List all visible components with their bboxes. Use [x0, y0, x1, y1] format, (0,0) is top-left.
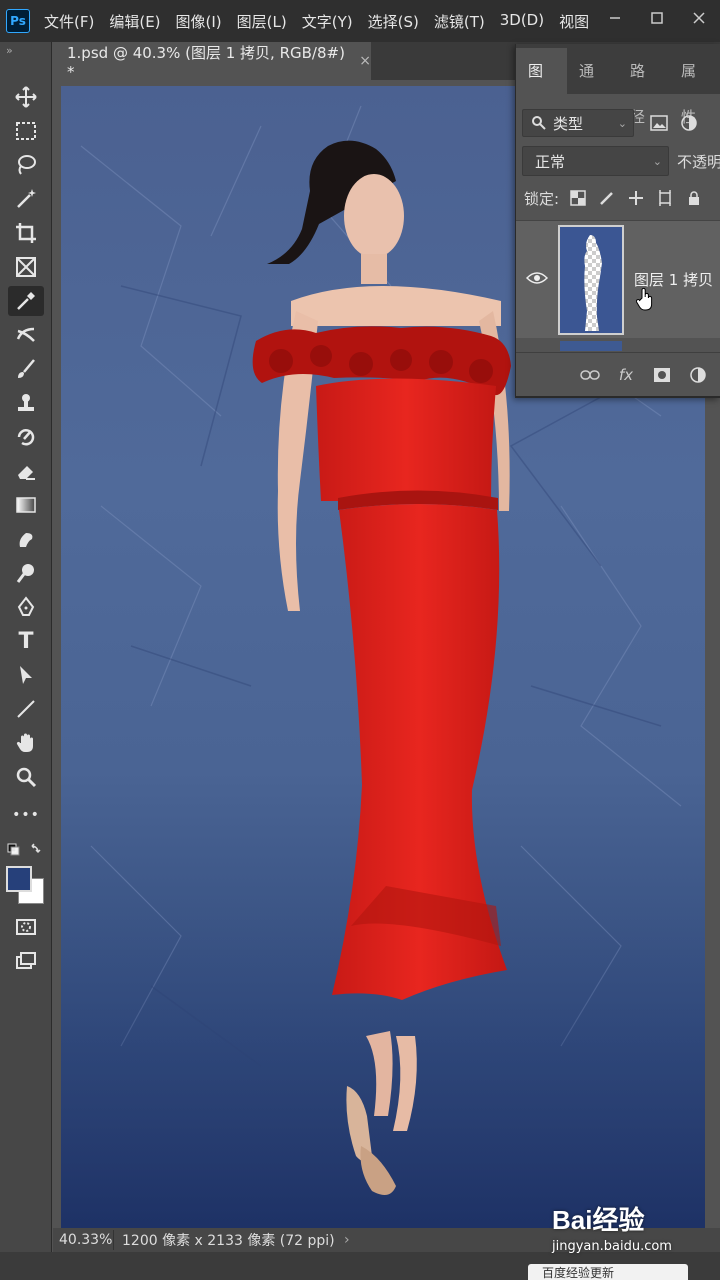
- menu-edit[interactable]: 编辑(E): [109, 11, 160, 32]
- lock-transparency-icon[interactable]: [567, 187, 589, 209]
- zoom-icon[interactable]: [8, 762, 44, 792]
- document-size-info: 1200 像素 x 2133 像素 (72 ppi): [113, 1230, 338, 1250]
- restore-icon[interactable]: [636, 0, 678, 36]
- link-icon[interactable]: [577, 364, 603, 386]
- layer-thumbnail-background: [560, 341, 622, 351]
- layer-thumbnail: [558, 225, 624, 335]
- swap-colors-icon[interactable]: [6, 842, 46, 862]
- fx-icon[interactable]: fx: [613, 364, 639, 386]
- layer-filter-value: 类型: [553, 114, 584, 133]
- crop-icon[interactable]: [8, 218, 44, 248]
- collapse-toolbar-icon[interactable]: »: [0, 42, 51, 60]
- update-popup[interactable]: 百度经验更新: [528, 1264, 688, 1280]
- eye-icon[interactable]: [526, 269, 548, 287]
- document-tab[interactable]: 1.psd @ 40.3% (图层 1 拷贝, RGB/8#) * ×: [53, 42, 371, 81]
- frame-icon[interactable]: [8, 252, 44, 282]
- stamp-icon[interactable]: [8, 388, 44, 418]
- chevron-down-icon: ⌄: [652, 154, 662, 168]
- lasso-icon[interactable]: [8, 150, 44, 180]
- adjustment-icon[interactable]: [685, 364, 711, 386]
- more-icon[interactable]: •••: [8, 800, 44, 830]
- window-controls: [594, 0, 720, 36]
- menu-filter[interactable]: 滤镜(T): [434, 11, 485, 32]
- close-tab-icon[interactable]: ×: [359, 53, 371, 69]
- tab-properties[interactable]: 属性: [669, 48, 720, 126]
- photoshop-logo: Ps: [6, 9, 30, 33]
- menu-select[interactable]: 选择(S): [368, 11, 419, 32]
- status-menu-arrow-icon[interactable]: ›: [344, 1232, 350, 1248]
- close-icon[interactable]: [678, 0, 720, 36]
- blend-mode-select[interactable]: 正常 ⌄: [522, 146, 669, 176]
- menu-layer[interactable]: 图层(L): [237, 11, 287, 32]
- brush-icon[interactable]: [8, 354, 44, 384]
- marquee-icon[interactable]: [8, 116, 44, 146]
- tools-panel: » T •••: [0, 42, 52, 1252]
- foreground-color-swatch[interactable]: [6, 866, 32, 892]
- panel-tabs: 图层 通道 路径 属性: [516, 44, 720, 126]
- filter-adjustment-icon[interactable]: [678, 112, 700, 134]
- lock-position-icon[interactable]: [625, 187, 647, 209]
- blend-row: 正常 ⌄ 不透明: [522, 146, 720, 176]
- gradient-icon[interactable]: [8, 490, 44, 520]
- healing-icon[interactable]: [8, 320, 44, 350]
- baidu-logo: Bai经验: [552, 1205, 645, 1235]
- history-brush-icon[interactable]: [8, 422, 44, 452]
- type-icon[interactable]: T: [8, 626, 44, 656]
- magic-wand-icon[interactable]: [8, 184, 44, 214]
- menu-image[interactable]: 图像(I): [176, 11, 222, 32]
- layer-row[interactable]: 图层 1 拷贝: [516, 220, 720, 338]
- lock-pixels-icon[interactable]: [596, 187, 618, 209]
- filter-pixel-icon[interactable]: [648, 112, 670, 134]
- layers-panel: 图层 通道 路径 属性 类型 ⌄ 正常 ⌄ 不透明 锁定:: [515, 44, 720, 398]
- menu-view[interactable]: 视图: [559, 11, 589, 32]
- more-glyph: •••: [12, 807, 40, 823]
- tab-channels[interactable]: 通道: [567, 48, 618, 126]
- layer-filter-row: 类型 ⌄: [522, 108, 716, 138]
- line-icon[interactable]: [8, 694, 44, 724]
- move-icon[interactable]: [8, 82, 44, 112]
- chevron-down-icon: ⌄: [617, 116, 627, 130]
- layer-row-background[interactable]: [516, 339, 720, 351]
- lock-row: 锁定:: [524, 184, 720, 212]
- dodge-icon[interactable]: [8, 558, 44, 588]
- tab-layers[interactable]: 图层: [516, 48, 567, 126]
- blend-mode-value: 正常: [535, 152, 566, 171]
- color-swatches[interactable]: [6, 866, 48, 908]
- mask-icon[interactable]: [649, 364, 675, 386]
- path-select-icon[interactable]: [8, 660, 44, 690]
- eyedropper-icon[interactable]: [8, 286, 44, 316]
- type-tool-glyph: T: [18, 628, 34, 654]
- screen-mode-icon[interactable]: [8, 946, 44, 976]
- layer-filter-select[interactable]: 类型 ⌄: [522, 109, 634, 137]
- search-icon: [532, 116, 546, 130]
- eraser-icon[interactable]: [8, 456, 44, 486]
- menu-items: 文件(F) 编辑(E) 图像(I) 图层(L) 文字(Y) 选择(S) 滤镜(T…: [44, 11, 604, 32]
- baidu-watermark: Bai经验 jingyan.baidu.com: [552, 1200, 712, 1260]
- menu-type[interactable]: 文字(Y): [302, 11, 353, 32]
- tab-paths[interactable]: 路径: [618, 48, 669, 126]
- lock-all-icon[interactable]: [683, 187, 705, 209]
- pen-icon[interactable]: [8, 592, 44, 622]
- lock-label: 锁定:: [524, 189, 560, 208]
- menu-3d[interactable]: 3D(D): [500, 11, 544, 32]
- blur-icon[interactable]: [8, 524, 44, 554]
- lock-artboard-icon[interactable]: [654, 187, 676, 209]
- layers-panel-footer: fx: [516, 352, 720, 396]
- baidu-url: jingyan.baidu.com: [552, 1239, 672, 1254]
- quick-mask-icon[interactable]: [8, 912, 44, 942]
- hand-cursor-icon: [636, 287, 653, 311]
- menu-bar: Ps 文件(F) 编辑(E) 图像(I) 图层(L) 文字(Y) 选择(S) 滤…: [0, 0, 720, 42]
- menu-file[interactable]: 文件(F): [44, 11, 94, 32]
- minimize-icon[interactable]: [594, 0, 636, 36]
- opacity-label: 不透明: [676, 152, 720, 171]
- zoom-level-field[interactable]: 40.33%: [53, 1232, 113, 1248]
- hand-icon[interactable]: [8, 728, 44, 758]
- document-tab-title: 1.psd @ 40.3% (图层 1 拷贝, RGB/8#) *: [67, 43, 345, 81]
